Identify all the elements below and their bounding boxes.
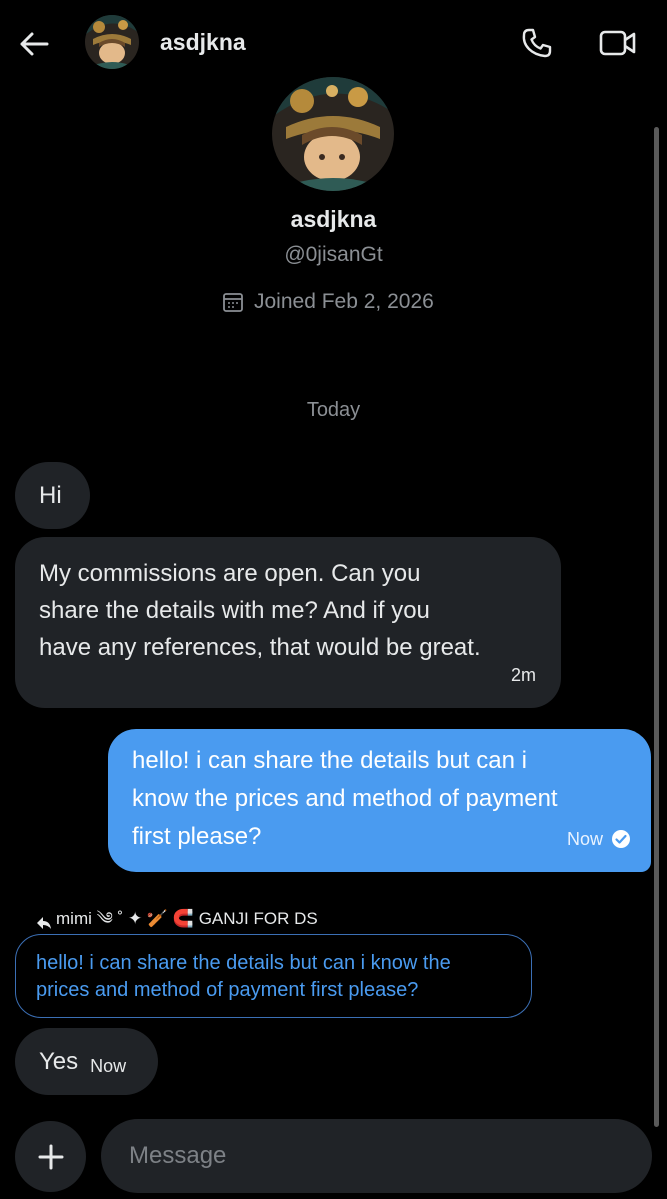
message-line: hello! i can share the details but can i (132, 747, 527, 774)
day-separator: Today (306, 399, 361, 421)
message-line: have any references, that would be great… (39, 634, 481, 661)
message-bubble-outgoing[interactable]: hello! i can share the details but can i… (108, 729, 651, 872)
message-timestamp: 2m (510, 665, 536, 685)
check-circle-icon (612, 830, 630, 848)
message-meta: Now (567, 820, 631, 858)
back-button[interactable] (14, 24, 54, 64)
voice-call-button[interactable] (518, 24, 556, 62)
header-contact-name[interactable]: asdjkna (160, 29, 246, 56)
message-text: Yes (39, 1047, 79, 1075)
calendar-icon (223, 293, 243, 312)
message-timestamp: Now (566, 829, 603, 849)
message-input[interactable]: Message (101, 1119, 652, 1193)
joined-text: Joined Feb 2, 2026 (254, 290, 434, 313)
message-line: first please? (132, 823, 262, 850)
message-line: share the details with me? And if you (39, 597, 430, 624)
joined-date: Joined Feb 2, 2026 (222, 290, 434, 314)
quoted-message[interactable]: hello! i can share the details but can i… (15, 934, 532, 1018)
add-attachment-button[interactable] (15, 1121, 86, 1192)
profile-handle: @0jisanGt (284, 243, 383, 266)
arrow-left-icon (20, 32, 49, 56)
message-line: know the prices and method of payment (132, 785, 558, 812)
message-text: Hi (39, 481, 62, 509)
scrollbar[interactable] (654, 127, 659, 1127)
plus-icon (38, 1144, 63, 1169)
message-timestamp: Now (90, 1056, 127, 1076)
quoted-line: prices and method of payment first pleas… (36, 979, 419, 1001)
conversation-header: asdjkna (0, 0, 667, 86)
message-bubble-incoming[interactable]: Yes Now (15, 1028, 158, 1095)
profile-avatar[interactable] (272, 77, 394, 191)
message-bubble-incoming[interactable]: My commissions are open. Can you share t… (15, 537, 561, 708)
message-line: My commissions are open. Can you (39, 560, 421, 587)
message-bubble-incoming[interactable]: Hi (15, 462, 90, 529)
reply-arrow-icon (37, 917, 51, 929)
phone-icon (522, 28, 552, 58)
quoted-line: hello! i can share the details but can i… (36, 952, 451, 974)
header-avatar[interactable] (85, 15, 139, 69)
profile-name: asdjkna (290, 206, 377, 232)
video-call-button[interactable] (597, 24, 639, 62)
video-camera-icon (599, 30, 636, 56)
message-input-placeholder: Message (129, 1142, 227, 1169)
